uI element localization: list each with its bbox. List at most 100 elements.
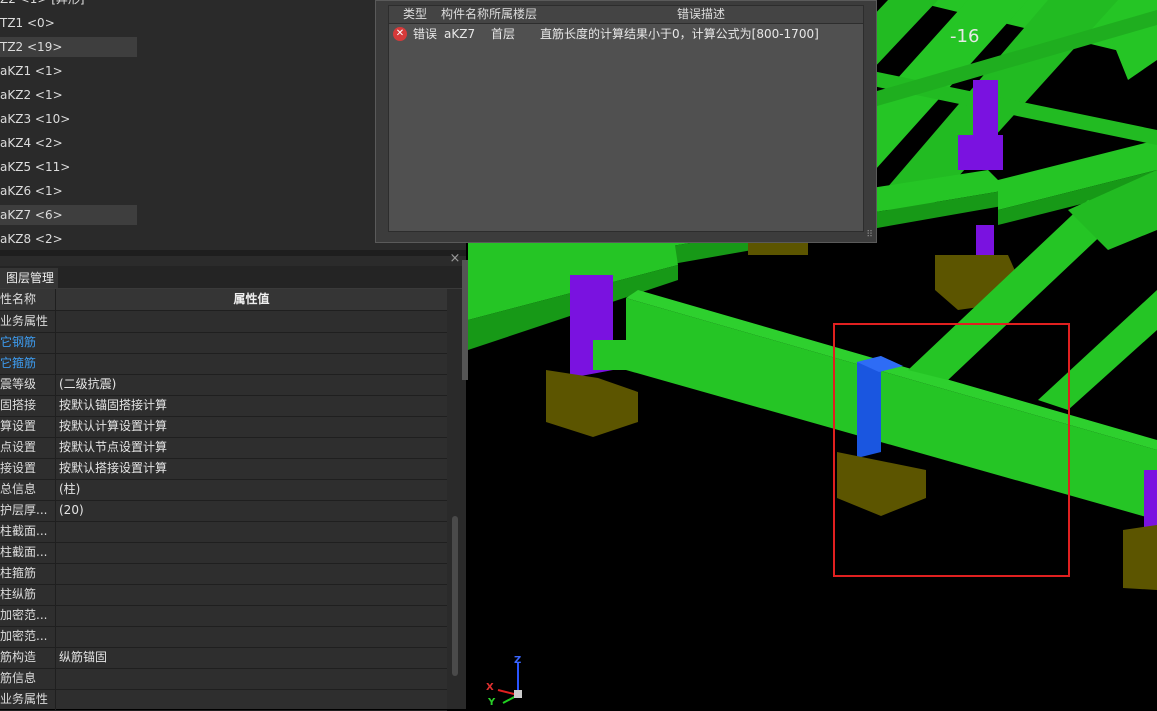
property-name: 筋构造 (0, 647, 56, 668)
tree-item[interactable]: aKZ4 <2> (0, 133, 137, 153)
property-name: 加密范... (0, 605, 56, 626)
tree-item[interactable]: aKZ8 <2> (0, 229, 137, 249)
tab-bar: 图层管理 (0, 266, 466, 289)
tree-item[interactable]: aKZ7 <6> (0, 205, 137, 225)
tab-layer-management[interactable]: 图层管理 (0, 268, 58, 288)
property-name: 震等级 (0, 374, 56, 395)
column-selected[interactable] (857, 356, 881, 458)
property-row[interactable]: 柱箍筋 (0, 563, 447, 585)
property-name: 点设置 (0, 437, 56, 458)
property-name: 它箍筋 (0, 353, 56, 374)
property-row[interactable]: 算设置 按默认计算设置计算 (0, 416, 447, 438)
scrollbar-thumb[interactable] (452, 516, 458, 676)
property-row[interactable]: 它箍筋 (0, 353, 447, 375)
property-name: 算设置 (0, 416, 56, 437)
property-grid: 性名称 属性值 业务属性 它钢筋 它箍筋 震等级 (二级抗震) 固搭接 按默认锚固搭接计算算… (0, 289, 447, 711)
property-row[interactable]: 点设置 按默认节点设置计算 (0, 437, 447, 459)
property-value[interactable] (59, 311, 439, 332)
footing[interactable] (837, 452, 926, 516)
property-name: 加密范... (0, 626, 56, 647)
property-row[interactable]: 加密范... (0, 626, 447, 648)
column-header-description[interactable]: 错误描述 (677, 6, 725, 23)
property-value[interactable] (59, 332, 439, 353)
property-row[interactable]: 业务属性 (0, 689, 447, 711)
property-row[interactable]: 筋构造 纵筋锚固 (0, 647, 447, 669)
property-value[interactable] (59, 689, 439, 710)
property-value[interactable]: 按默认计算设置计算 (59, 416, 439, 437)
property-row[interactable]: 业务属性 (0, 311, 447, 333)
error-icon: ✕ (393, 27, 407, 41)
column[interactable] (976, 225, 994, 258)
tree-item[interactable]: aKZ3 <10> (0, 109, 137, 129)
property-name: 接设置 (0, 458, 56, 479)
tree-item[interactable]: aKZ1 <1> (0, 61, 137, 81)
property-value[interactable] (59, 668, 439, 689)
property-row[interactable]: 筋信息 (0, 668, 447, 690)
property-value[interactable] (59, 353, 439, 374)
panel-separator (0, 250, 466, 256)
resize-grip-icon[interactable]: ⠿ (866, 230, 873, 240)
y-axis-label: Y (488, 697, 496, 708)
property-row[interactable]: 柱截面... (0, 542, 447, 564)
property-row[interactable]: 柱截面... (0, 521, 447, 543)
beam[interactable] (1038, 290, 1157, 410)
property-value[interactable] (59, 626, 439, 647)
column-header-floor[interactable]: 所属楼层 (489, 6, 537, 23)
property-grid-header: 性名称 属性值 (0, 289, 447, 311)
error-description: 直筋长度的计算结果小于0，计算公式为[800-1700] (540, 27, 819, 41)
property-value[interactable]: (20) (59, 500, 439, 521)
property-row[interactable]: 加密范... (0, 605, 447, 627)
column-header-value[interactable]: 属性值 (56, 289, 447, 310)
property-row[interactable]: 总信息 (柱) (0, 479, 447, 501)
property-value[interactable] (59, 584, 439, 605)
column[interactable] (973, 80, 998, 135)
error-component: aKZ7 (444, 27, 476, 41)
column[interactable] (958, 135, 1003, 170)
error-row[interactable]: ✕ 错误 aKZ7 首层 直筋长度的计算结果小于0，计算公式为[800-1700… (389, 25, 863, 43)
property-row[interactable]: 护层厚... (20) (0, 500, 447, 522)
property-value[interactable] (59, 521, 439, 542)
property-row[interactable]: 震等级 (二级抗震) (0, 374, 447, 396)
property-value[interactable] (59, 563, 439, 584)
footing[interactable] (546, 370, 638, 437)
column-header-name[interactable]: 性名称 (0, 289, 56, 310)
tree-item[interactable]: TZ2 <19> (0, 37, 137, 57)
error-check-dialog: 类型 构件名称 所属楼层 错误描述 ✕ 错误 aKZ7 首层 直筋长度的计算结果… (375, 0, 877, 243)
property-name: 固搭接 (0, 395, 56, 416)
footing[interactable] (1123, 525, 1157, 590)
property-name: 业务属性 (0, 689, 56, 710)
tree-item[interactable]: aKZ5 <11> (0, 157, 137, 177)
property-name: 柱截面... (0, 521, 56, 542)
property-value[interactable]: 按默认搭接设置计算 (59, 458, 439, 479)
property-name: 柱箍筋 (0, 563, 56, 584)
view-label: -16 (950, 26, 980, 47)
column[interactable] (1144, 470, 1157, 532)
property-name: 总信息 (0, 479, 56, 500)
property-row[interactable]: 固搭接 按默认锚固搭接计算 (0, 395, 447, 417)
property-row[interactable]: 柱纵筋 (0, 584, 447, 606)
property-value[interactable]: 纵筋锚固 (59, 647, 439, 668)
property-row[interactable]: 它钢筋 (0, 332, 447, 354)
property-value[interactable] (59, 542, 439, 563)
beam[interactable] (593, 340, 626, 370)
property-name: 筋信息 (0, 668, 56, 689)
tree-item[interactable]: aKZ2 <1> (0, 85, 137, 105)
error-type: 错误 (413, 27, 438, 41)
property-name: 护层厚... (0, 500, 56, 521)
tree-item[interactable]: Z2 <1> [异形] (0, 0, 137, 9)
error-floor: 首层 (491, 27, 516, 41)
column-header-type[interactable]: 类型 (403, 6, 427, 23)
property-value[interactable]: (柱) (59, 479, 439, 500)
property-value[interactable]: 按默认锚固搭接计算 (59, 395, 439, 416)
axis-origin (514, 690, 522, 698)
x-axis-label: X (486, 682, 494, 693)
property-value[interactable] (59, 605, 439, 626)
tree-item[interactable]: TZ1 <0> (0, 13, 137, 33)
property-value[interactable]: 按默认节点设置计算 (59, 437, 439, 458)
close-icon[interactable]: × (449, 252, 461, 265)
column-header-component[interactable]: 构件名称 (441, 6, 489, 23)
property-row[interactable]: 接设置 按默认搭接设置计算 (0, 458, 447, 480)
tree-item[interactable]: aKZ6 <1> (0, 181, 137, 201)
property-value[interactable]: (二级抗震) (59, 374, 439, 395)
error-list-header: 类型 构件名称 所属楼层 错误描述 (389, 6, 863, 24)
